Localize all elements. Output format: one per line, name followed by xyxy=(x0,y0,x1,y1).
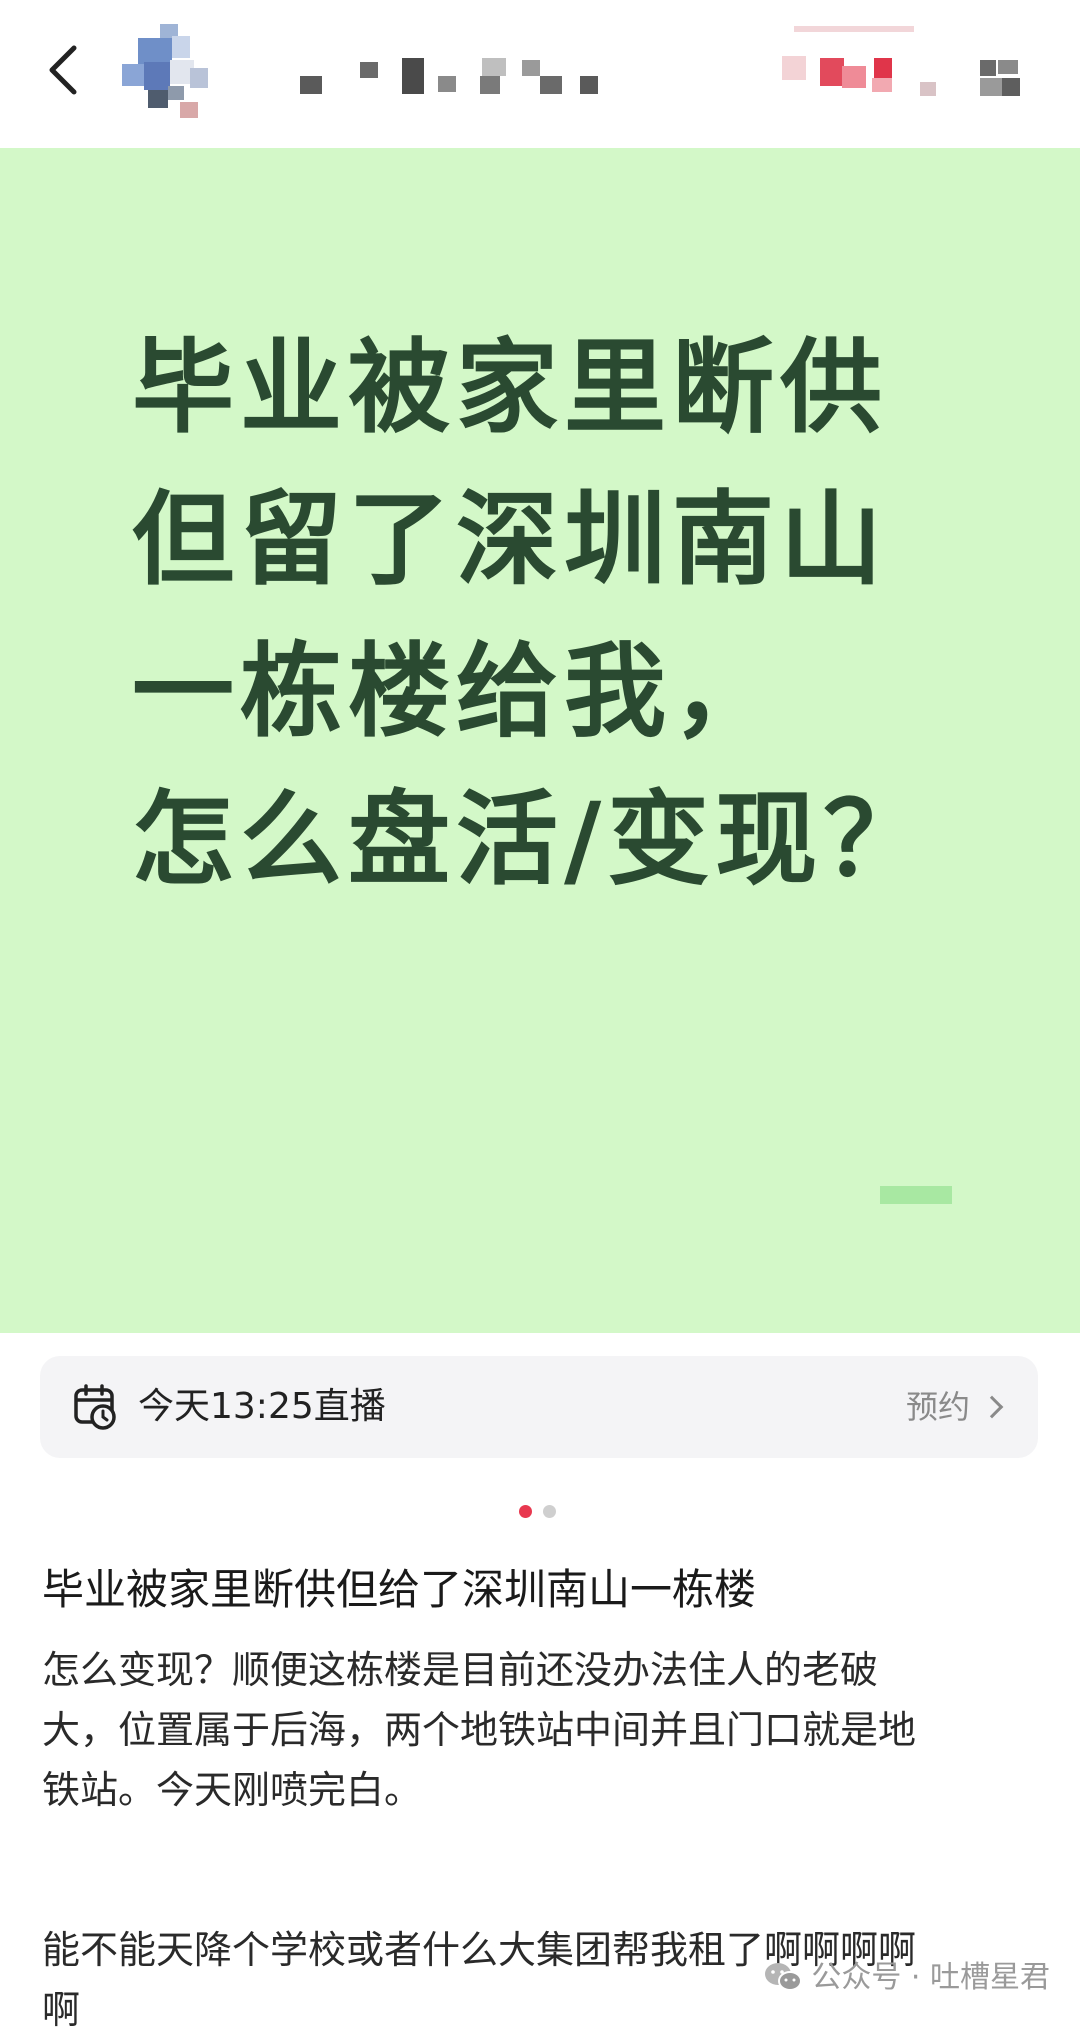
post-body-line: 铁站。今天刚喷完白。 xyxy=(42,1768,423,1812)
chevron-left-icon xyxy=(49,45,77,95)
cover-image[interactable]: 毕业被家里断供 但留了深圳南山 一栋楼给我， 怎么盘活/变现？ xyxy=(0,148,1080,1333)
cover-title-highlight: 深圳南山 xyxy=(456,481,888,600)
post-body-line: 大，位置属于后海，两个地铁站中间并且门口就是地 xyxy=(42,1708,917,1752)
cover-title-line-2: 但留了深圳南山 xyxy=(132,490,888,598)
avatar[interactable] xyxy=(118,24,218,120)
cover-title-line-1: 毕业被家里断供 xyxy=(132,329,888,448)
watermark: 公众号 · 吐槽星君 xyxy=(763,1958,1050,1998)
cover-title-line-4: 怎么盘活/变现？ xyxy=(132,781,932,900)
reserve-button[interactable]: 预约 xyxy=(905,1384,1004,1430)
carousel-dot[interactable] xyxy=(543,1505,556,1518)
carousel-dot-active[interactable] xyxy=(519,1505,532,1518)
live-time-text: 今天13:25直播 xyxy=(138,1386,386,1427)
calendar-clock-icon xyxy=(74,1384,116,1430)
cover-title-line-2-pre: 但留了 xyxy=(132,481,456,600)
post-body-line: 怎么变现？顺便这栋楼是目前还没办法住人的老破 xyxy=(42,1648,879,1692)
cover-decoration xyxy=(880,1186,952,1204)
username-redacted xyxy=(290,54,610,102)
wechat-icon xyxy=(765,1962,803,1991)
chevron-right-icon xyxy=(980,1395,1004,1419)
reserve-label: 预约 xyxy=(905,1388,970,1426)
back-button[interactable] xyxy=(36,38,92,102)
follow-button-redacted[interactable] xyxy=(770,26,1050,122)
live-reservation-bar[interactable]: 今天13:25直播 预约 xyxy=(40,1356,1038,1458)
highlight-marker: 深圳南山 xyxy=(456,490,888,598)
watermark-text: 公众号 · 吐槽星君 xyxy=(811,1960,1050,1995)
post-title: 毕业被家里断供但给了深圳南山一栋楼 xyxy=(42,1565,757,1614)
cover-title-line-3: 一栋楼给我， xyxy=(132,633,780,752)
top-bar xyxy=(0,0,1080,148)
